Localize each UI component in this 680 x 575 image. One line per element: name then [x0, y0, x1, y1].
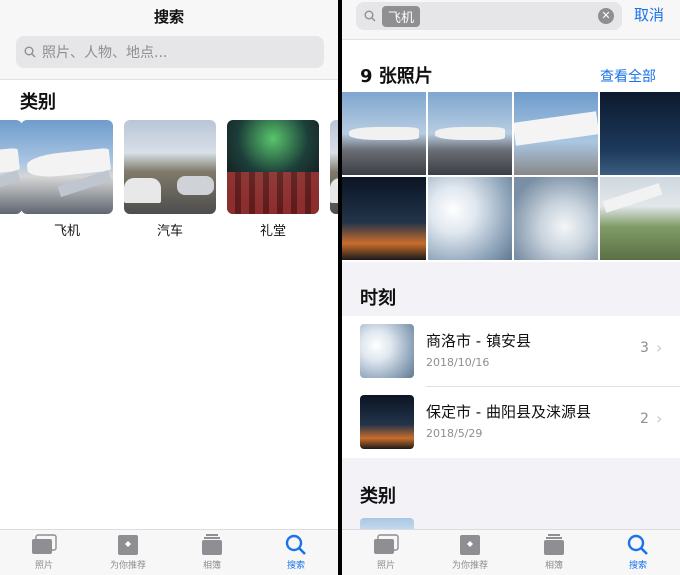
category-car[interactable]: 汽车: [124, 120, 216, 239]
tab-label: 搜索: [628, 561, 647, 571]
auditorium-photo: [227, 120, 319, 214]
tab-photos[interactable]: 照片: [2, 534, 86, 571]
search-placeholder: 照片、人物、地点...: [42, 45, 168, 61]
moment-thumbnail: [360, 324, 414, 378]
category-partial[interactable]: [0, 120, 22, 214]
airplane-photo: [21, 120, 113, 214]
tab-label: 为你推荐: [109, 561, 146, 571]
search-header: 飞机 ✕ 取消: [342, 0, 680, 40]
tab-bar: 照片 为你推荐 相簿 搜索: [342, 529, 680, 575]
photos-count-title: 9 张照片: [360, 66, 433, 87]
photo-thumbnail[interactable]: [342, 92, 426, 175]
search-icon: [625, 534, 651, 556]
partial-photo: [0, 120, 22, 214]
albums-icon: [541, 534, 567, 556]
chevron-right-icon: ›: [656, 338, 663, 357]
photo-thumbnail[interactable]: [600, 92, 680, 175]
tab-albums[interactable]: 相簿: [170, 534, 254, 571]
search-icon: [364, 10, 376, 22]
tab-bar: 照片 为你推荐 相簿 搜索: [0, 529, 338, 575]
photo-thumbnail[interactable]: [514, 177, 598, 260]
tab-search[interactable]: 搜索: [596, 534, 680, 571]
search-input[interactable]: 飞机 ✕: [356, 2, 622, 30]
category-label: 礼堂: [259, 224, 286, 239]
moment-count: 2: [640, 411, 649, 427]
moment-row[interactable]: 商洛市 - 镇安县 2018/10/16 3 ›: [342, 316, 680, 386]
photo-thumbnail[interactable]: [342, 177, 426, 260]
search-icon: [283, 534, 309, 556]
moment-date: 2018/10/16: [426, 356, 490, 369]
moment-title: 商洛市 - 镇安县: [426, 332, 531, 350]
clear-icon[interactable]: ✕: [598, 8, 614, 24]
tab-label: 相簿: [202, 561, 221, 571]
moment-thumbnail: [360, 395, 414, 449]
search-token[interactable]: 飞机: [382, 5, 421, 27]
search-results-screen: 飞机 ✕ 取消 9 张照片 查看全部 时刻 商洛市 - 镇安县 2018/10/…: [342, 0, 680, 575]
categories-title: 类别: [360, 486, 396, 507]
search-screen-initial: 搜索 照片、人物、地点... 类别 飞机 汽车 礼堂 照片 为你推荐 相簿 搜索: [0, 0, 338, 575]
photos-icon: [31, 534, 57, 556]
category-next-partial[interactable]: [330, 120, 338, 214]
tab-label: 搜索: [286, 561, 305, 571]
moment-row[interactable]: 保定市 - 曲阳县及涞源县 2018/5/29 2 ›: [342, 387, 680, 457]
photo-thumbnail[interactable]: [514, 92, 598, 175]
for-you-icon: [457, 534, 483, 556]
tab-label: 为你推荐: [451, 561, 488, 571]
moment-date: 2018/5/29: [426, 427, 483, 440]
moment-count: 3: [640, 340, 649, 356]
category-label: 飞机: [53, 224, 80, 239]
chevron-right-icon: ›: [656, 409, 663, 428]
search-input[interactable]: 照片、人物、地点...: [16, 36, 324, 68]
see-all-button[interactable]: 查看全部: [600, 66, 656, 86]
tab-albums[interactable]: 相簿: [512, 534, 596, 571]
tab-for-you[interactable]: 为你推荐: [428, 534, 512, 571]
photo-thumbnail[interactable]: [600, 177, 680, 260]
cancel-button[interactable]: 取消: [634, 4, 664, 25]
search-header: 搜索 照片、人物、地点...: [0, 0, 338, 80]
albums-icon: [199, 534, 225, 556]
tab-label: 照片: [376, 561, 395, 571]
photos-icon: [373, 534, 399, 556]
for-you-icon: [115, 534, 141, 556]
page-title: 搜索: [153, 8, 184, 26]
tab-photos[interactable]: 照片: [344, 534, 428, 571]
category-auditorium[interactable]: 礼堂: [227, 120, 319, 239]
tab-label: 照片: [34, 561, 53, 571]
car-photo: [124, 120, 216, 214]
partial-photo: [330, 120, 338, 214]
search-icon: [24, 46, 36, 58]
photo-grid: [342, 92, 680, 260]
tab-search[interactable]: 搜索: [254, 534, 338, 571]
category-label: 汽车: [156, 224, 183, 239]
tab-for-you[interactable]: 为你推荐: [86, 534, 170, 571]
photo-thumbnail[interactable]: [428, 92, 512, 175]
category-airplane[interactable]: 飞机: [21, 120, 113, 239]
categories-title: 类别: [20, 92, 56, 113]
tab-label: 相簿: [544, 561, 563, 571]
moments-title: 时刻: [360, 288, 396, 309]
photo-thumbnail[interactable]: [428, 177, 512, 260]
moment-title: 保定市 - 曲阳县及涞源县: [426, 403, 591, 421]
